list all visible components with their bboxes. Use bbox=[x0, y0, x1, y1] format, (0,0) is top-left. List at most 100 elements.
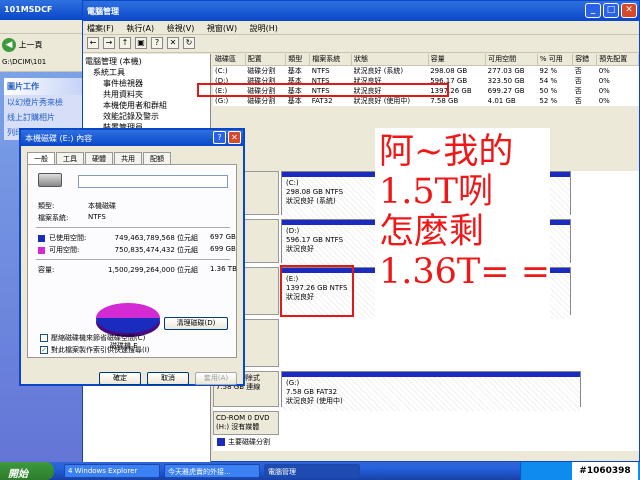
menu-file[interactable]: 檔案(F) bbox=[87, 24, 114, 33]
divider bbox=[36, 259, 230, 260]
tree-local-users[interactable]: 本機使用者和群組 bbox=[85, 100, 208, 111]
cell: 0% bbox=[598, 76, 610, 85]
col-free-space[interactable]: 可用空間 bbox=[485, 54, 538, 66]
help-icon[interactable]: ? bbox=[213, 131, 226, 144]
cell: (D:) bbox=[215, 76, 229, 85]
cell: 狀況良好 (系統) bbox=[353, 66, 404, 75]
taskbar-button-browser[interactable]: 今天雅虎賣的外接... bbox=[164, 464, 260, 478]
col-percent-free[interactable]: % 可用 bbox=[537, 54, 574, 66]
table-row-selected[interactable]: (E:) 磁碟分割 基本 NTFS 狀況良好 1397.26 GB 699.27 GB 50 … bbox=[213, 86, 639, 96]
col-layout[interactable]: 配置 bbox=[245, 54, 287, 66]
maximize-icon[interactable]: □ bbox=[603, 3, 619, 18]
comment-line: 1.36T= = bbox=[379, 252, 551, 292]
cell: (E:) bbox=[215, 86, 228, 95]
capacity-size: 1.36 TB bbox=[210, 265, 237, 273]
close-icon[interactable]: ✕ bbox=[228, 131, 241, 144]
refresh-icon[interactable]: ↻ bbox=[183, 37, 195, 49]
cell: 0% bbox=[598, 66, 610, 75]
volume-name-input[interactable] bbox=[78, 175, 228, 188]
volume-table: 磁碟區 配置 類型 檔案系統 狀態 容量 可用空間 % 可用 容錯 預先配置 (… bbox=[213, 54, 639, 106]
menu-action[interactable]: 執行(A) bbox=[126, 24, 154, 33]
compress-checkbox-row[interactable]: 壓縮磁碟機來節省磁碟空間(C) bbox=[40, 333, 145, 343]
free-space-bytes: 750,835,474,432 位元組 bbox=[114, 246, 198, 254]
cell: 狀況良好 bbox=[353, 86, 382, 95]
menu-view[interactable]: 檢視(V) bbox=[167, 24, 195, 33]
col-volume[interactable]: 磁碟區 bbox=[213, 54, 246, 66]
col-fault-tolerance[interactable]: 容錯 bbox=[572, 54, 598, 66]
partition-status: 狀況良好 (使用中) bbox=[286, 397, 343, 405]
capacity-bytes: 1,500,299,264,000 位元組 bbox=[107, 266, 198, 274]
cleanup-button[interactable]: 清理磁碟(D) bbox=[164, 317, 228, 330]
cell: 否 bbox=[574, 96, 582, 105]
cell: (G:) bbox=[215, 96, 229, 105]
forward-icon[interactable]: → bbox=[103, 37, 115, 49]
disk-label[interactable]: CD-ROM 0 DVD (H:) 沒有媒體 bbox=[213, 411, 279, 435]
filesystem-row: 檔案系統: NTFS bbox=[38, 213, 106, 223]
close-icon[interactable]: ✕ bbox=[621, 3, 637, 18]
cell: 狀況良好 bbox=[353, 76, 382, 85]
col-filesystem[interactable]: 檔案系統 bbox=[309, 54, 352, 66]
tree-event-viewer[interactable]: 事件檢視器 bbox=[85, 78, 208, 89]
dialog-tabs: 一般 工具 硬體 共用 配額 bbox=[27, 152, 172, 165]
cell: 1397.26 GB bbox=[430, 86, 472, 95]
tree-shared-folders[interactable]: 共用資料夾 bbox=[85, 89, 208, 100]
col-type[interactable]: 類型 bbox=[285, 54, 311, 66]
cell: 磁碟分割 bbox=[247, 96, 276, 105]
back-icon[interactable]: ← bbox=[87, 37, 99, 49]
partition-g[interactable]: (G:) 7.58 GB FAT32 狀況良好 (使用中) bbox=[281, 371, 581, 411]
help-icon[interactable]: ? bbox=[151, 37, 163, 49]
cell: 0% bbox=[598, 86, 610, 95]
menu-help[interactable]: 說明(H) bbox=[250, 24, 278, 33]
col-capacity[interactable]: 容量 bbox=[428, 54, 487, 66]
tree-root[interactable]: 電腦管理 (本機) bbox=[85, 56, 208, 67]
delete-icon[interactable]: ✕ bbox=[167, 37, 179, 49]
partition-legend: 主要磁碟分割 bbox=[217, 437, 270, 447]
taskbar-button-computer-management[interactable]: 電腦管理 bbox=[264, 464, 360, 478]
table-row[interactable]: (G:) 磁碟分割 基本 FAT32 狀況良好 (使用中) 7.58 GB 4.01 GB 5… bbox=[213, 96, 639, 106]
ok-button[interactable]: 確定 bbox=[99, 372, 141, 385]
table-row[interactable]: (C:) 磁碟分割 基本 NTFS 狀況良好 (系統) 298.08 GB 277.03 G… bbox=[213, 65, 639, 76]
tree-performance-logs[interactable]: 效能記錄及警示 bbox=[85, 111, 208, 122]
compress-checkbox[interactable] bbox=[40, 334, 48, 342]
legend-swatch bbox=[217, 438, 225, 446]
explorer-address-bar[interactable]: G:\DCIM\101 bbox=[0, 56, 86, 72]
partition-volume: (G:) bbox=[286, 379, 300, 387]
index-label: 對此檔案製作索引供快速搜尋(I) bbox=[51, 346, 150, 354]
task-slideshow[interactable]: 以幻燈片秀來檢 bbox=[4, 95, 82, 110]
index-checkbox[interactable]: ✓ bbox=[40, 346, 48, 354]
menu-window[interactable]: 視窗(W) bbox=[207, 24, 237, 33]
dm-toolbar: ← → ↑ ▣? ✕ ↻ bbox=[83, 35, 639, 53]
apply-button[interactable]: 套用(A) bbox=[195, 372, 237, 385]
capacity-label: 容量: bbox=[38, 266, 55, 274]
cancel-button[interactable]: 取消 bbox=[147, 372, 189, 385]
cell: 否 bbox=[574, 66, 582, 75]
cell: 277.03 GB bbox=[487, 66, 525, 75]
minimize-icon[interactable]: _ bbox=[585, 3, 601, 18]
volume-header-row: 磁碟區 配置 類型 檔案系統 狀態 容量 可用空間 % 可用 容錯 預先配置 bbox=[213, 54, 639, 66]
used-space-row: 已使用空間: 749,463,789,568 位元組 697 GB bbox=[38, 233, 236, 243]
task-order-prints[interactable]: 线上訂購相片 bbox=[4, 110, 82, 125]
hard-disk-icon bbox=[38, 173, 62, 187]
taskbar-button-explorer[interactable]: 4 Windows Explorer bbox=[64, 464, 160, 478]
index-checkbox-row[interactable]: ✓ 對此檔案製作索引供快速搜尋(I) bbox=[40, 345, 150, 355]
dm-title-bar: 電腦管理 _ □ ✕ bbox=[83, 1, 639, 21]
type-row: 類型: 本機磁碟 bbox=[38, 201, 116, 211]
up-icon[interactable]: ↑ bbox=[119, 37, 131, 49]
cell: FAT32 bbox=[311, 96, 333, 105]
cell: 磁碟分割 bbox=[247, 76, 276, 85]
back-button-label[interactable]: 上一頁 bbox=[19, 41, 43, 50]
col-status[interactable]: 狀態 bbox=[351, 54, 429, 66]
start-button[interactable]: 開始 bbox=[0, 462, 54, 480]
dialog-title: 本機磁碟 (E:) 內容 bbox=[25, 134, 93, 143]
tree-system-tools[interactable]: 系統工具 bbox=[85, 67, 208, 78]
col-overhead[interactable]: 預先配置 bbox=[596, 54, 639, 66]
cell: 699.27 GB bbox=[487, 86, 525, 95]
properties-icon[interactable]: ▣ bbox=[135, 37, 147, 49]
cell: 323.50 GB bbox=[487, 76, 525, 85]
back-arrow-icon[interactable]: ◀ bbox=[2, 38, 16, 52]
taskbar: 開始 4 Windows Explorer 今天雅虎賣的外接... 電腦管理 bbox=[0, 462, 640, 480]
free-space-size: 699 GB bbox=[210, 245, 236, 253]
cell: 0% bbox=[598, 96, 610, 105]
table-row[interactable]: (D:) 磁碟分割 基本 NTFS 狀況良好 596.17 GB 323.50 GB 54 %… bbox=[213, 76, 639, 86]
comment-overlay: 阿~我的 1.5T咧 怎麼剩 1.36T= = bbox=[375, 128, 550, 328]
